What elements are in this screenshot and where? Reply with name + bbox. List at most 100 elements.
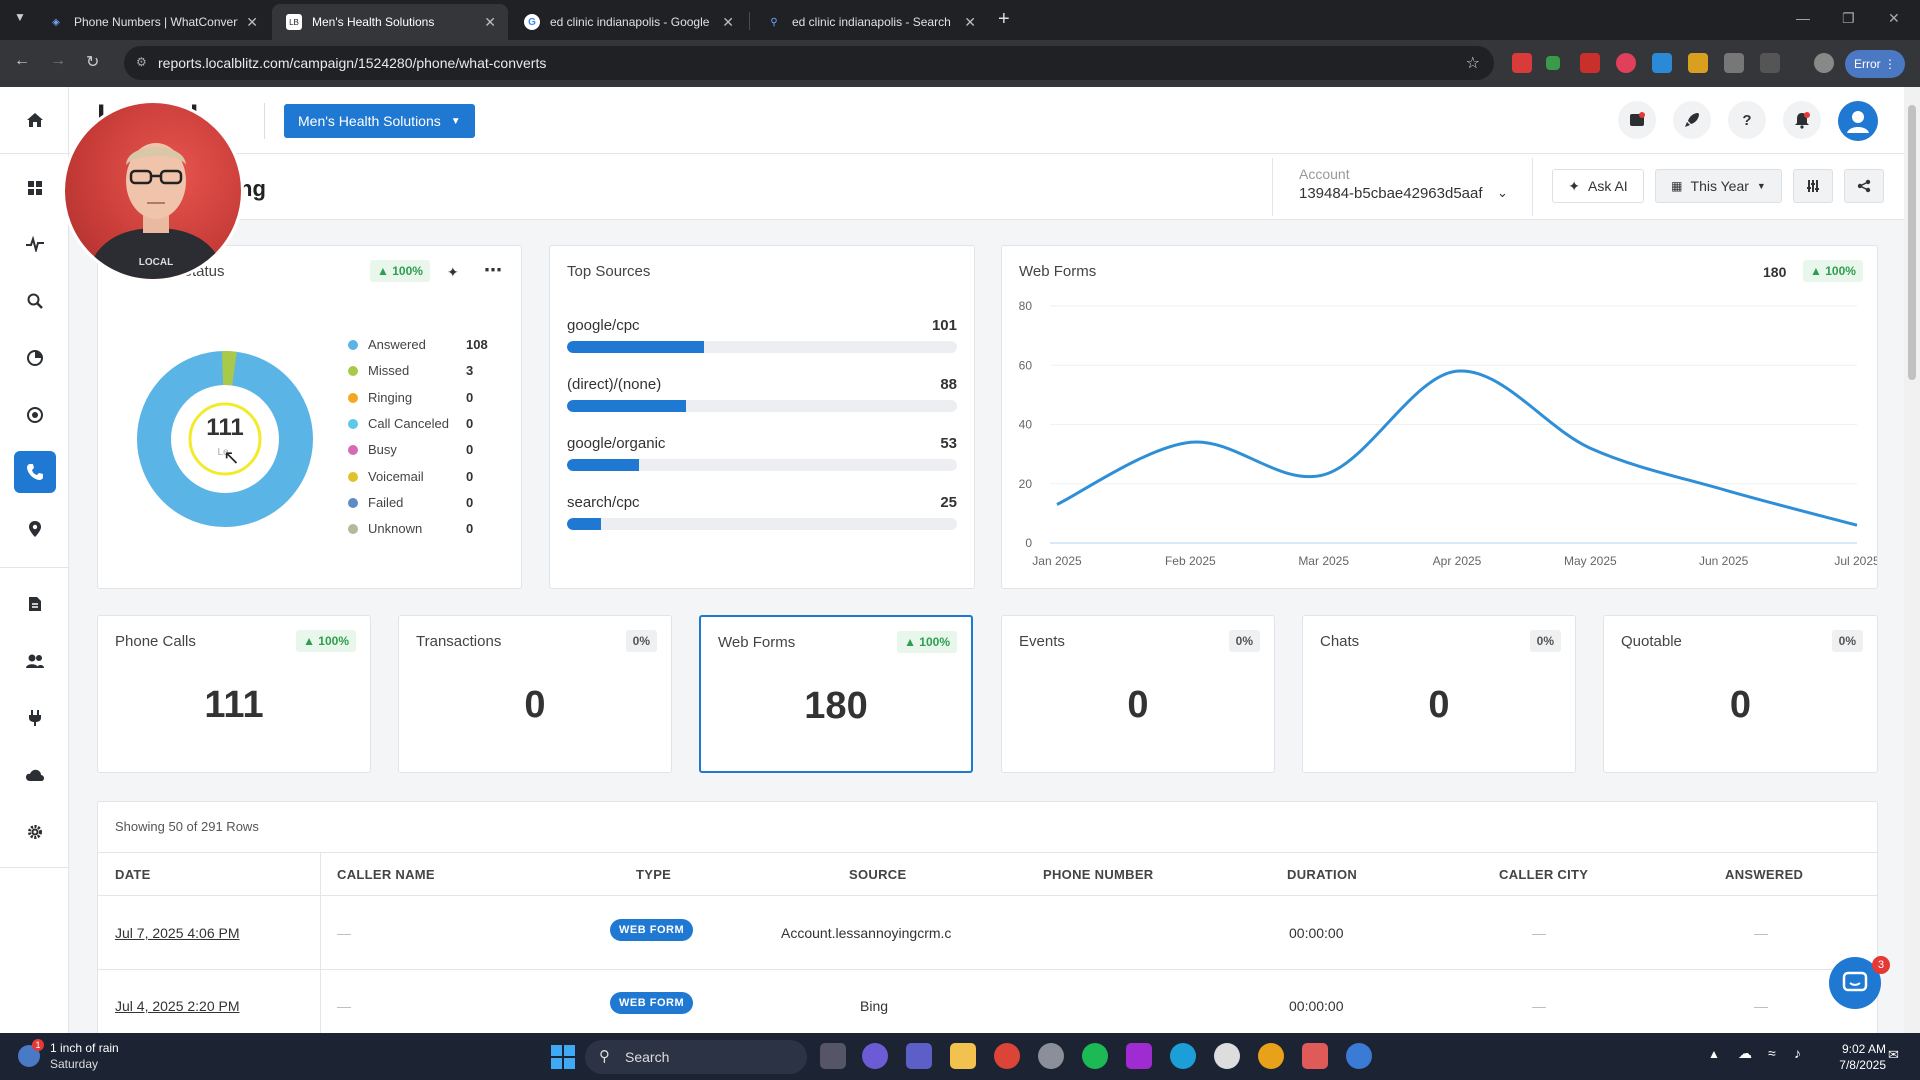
sidebar-locations[interactable] <box>14 508 56 550</box>
taskbar-search[interactable]: ⚲ Search <box>585 1040 807 1074</box>
app-icon[interactable] <box>1038 1043 1064 1069</box>
reload-icon[interactable]: ↻ <box>86 52 99 72</box>
kpi-card-chats[interactable]: Chats 0% 0 <box>1302 615 1576 773</box>
kpi-card-events[interactable]: Events 0% 0 <box>1001 615 1275 773</box>
share-button[interactable] <box>1844 169 1884 203</box>
filters-button[interactable] <box>1793 169 1833 203</box>
extension-icon[interactable] <box>1616 53 1636 73</box>
profile-error-button[interactable]: Error ⋮ <box>1845 50 1905 78</box>
bookmark-star-icon[interactable]: ☆ <box>1466 53 1480 73</box>
tray-chevron-icon[interactable]: ▲ <box>1708 1047 1720 1061</box>
column-header-answered[interactable]: Answered <box>1725 867 1803 882</box>
extension-icon[interactable] <box>1512 53 1532 73</box>
column-header-duration[interactable]: Duration <box>1287 867 1357 882</box>
sidebar-settings[interactable] <box>14 811 56 853</box>
back-arrow-icon[interactable]: ← <box>14 52 30 70</box>
account-selector[interactable]: 139484-b5cbae42963d5aaf <box>1299 185 1483 202</box>
source-name: google/organic <box>567 435 666 452</box>
app-icon[interactable] <box>1346 1043 1372 1069</box>
extension-icon[interactable] <box>1724 53 1744 73</box>
copilot-icon[interactable] <box>862 1043 888 1069</box>
source-row: search/cpc 25 <box>567 494 957 530</box>
column-header-source[interactable]: Source <box>849 867 906 882</box>
kpi-card-quotable[interactable]: Quotable 0% 0 <box>1603 615 1878 773</box>
extension-icon[interactable] <box>1688 53 1708 73</box>
onedrive-icon[interactable]: ☁ <box>1738 1045 1752 1062</box>
close-window-icon[interactable]: ✕ <box>1888 10 1900 27</box>
teams-icon[interactable] <box>906 1043 932 1069</box>
ai-sparkle-icon[interactable]: ✦ <box>447 264 459 281</box>
date-range-button[interactable]: ▦ This Year ▼ <box>1655 169 1782 203</box>
kpi-card-transactions[interactable]: Transactions 0% 0 <box>398 615 672 773</box>
notifications-button[interactable] <box>1783 101 1821 139</box>
restore-icon[interactable]: ❐ <box>1842 10 1855 27</box>
browser-tab-google[interactable]: G ed clinic indianapolis - Google ✕ <box>510 4 746 40</box>
file-explorer-icon[interactable] <box>950 1043 976 1069</box>
tab-list-chevron-icon[interactable]: ▼ <box>14 10 26 24</box>
close-tab-icon[interactable]: ✕ <box>722 14 734 31</box>
sidebar-phone[interactable] <box>14 451 56 493</box>
browser-tab-whatconverts[interactable]: ◈ Phone Numbers | WhatConvert ✕ <box>34 4 270 40</box>
extension-icon[interactable] <box>1546 56 1560 70</box>
messenger-icon[interactable] <box>1214 1043 1240 1069</box>
task-view-icon[interactable] <box>820 1043 846 1069</box>
recording-app-icon[interactable] <box>1302 1043 1328 1069</box>
wifi-icon[interactable]: ≈ <box>1768 1045 1776 1061</box>
extension-icon[interactable] <box>1580 53 1600 73</box>
sidebar-users[interactable] <box>14 640 56 682</box>
leads-table: Showing 50 of 291 Rows Date Caller Name … <box>97 801 1878 1041</box>
sidebar-integrations[interactable] <box>14 697 56 739</box>
column-header-caller-city[interactable]: Caller City <box>1499 867 1588 882</box>
client-selector-button[interactable]: Men's Health Solutions ▼ <box>284 104 475 138</box>
forward-arrow-icon[interactable]: → <box>50 52 66 70</box>
user-avatar[interactable] <box>1838 101 1878 141</box>
new-tab-icon[interactable]: + <box>998 8 1010 31</box>
help-button[interactable]: ? <box>1728 101 1766 139</box>
system-clock[interactable]: 9:02 AM 7/8/2025 <box>1830 1041 1886 1073</box>
sidebar-reports[interactable] <box>14 337 56 379</box>
quick-actions-button[interactable] <box>1673 101 1711 139</box>
scrollbar-thumb[interactable] <box>1908 105 1916 380</box>
notification-bell-icon[interactable]: ✉ <box>1888 1047 1899 1063</box>
sidebar-audits[interactable] <box>14 394 56 436</box>
row-date-link[interactable]: Jul 4, 2025 2:20 PM <box>115 998 240 1014</box>
ask-ai-button[interactable]: ✦ Ask AI <box>1552 169 1644 203</box>
column-header-date[interactable]: Date <box>115 867 151 882</box>
column-header-type[interactable]: Type <box>636 867 671 882</box>
weather-widget[interactable]: 1 inch of rain Saturday <box>50 1040 119 1072</box>
windows-start-icon[interactable] <box>551 1045 575 1069</box>
app-icon[interactable] <box>1126 1043 1152 1069</box>
kpi-card-web-forms[interactable]: Web Forms ▲ 100% 180 <box>699 615 973 773</box>
edge-icon[interactable] <box>1170 1043 1196 1069</box>
volume-icon[interactable]: ♪ <box>1794 1045 1801 1061</box>
address-bar[interactable]: ⚙ reports.localblitz.com/campaign/152428… <box>124 46 1494 80</box>
puzzle-icon[interactable] <box>1760 53 1780 73</box>
sidebar-activity[interactable] <box>14 223 56 265</box>
page-scrollbar[interactable] <box>1904 87 1920 1033</box>
column-header-caller-name[interactable]: Caller Name <box>337 867 435 882</box>
sidebar-home[interactable] <box>14 99 56 141</box>
chrome-icon[interactable] <box>1258 1043 1284 1069</box>
site-info-icon[interactable]: ⚙ <box>136 55 147 69</box>
row-date-link[interactable]: Jul 7, 2025 4:06 PM <box>115 925 240 941</box>
sidebar-dashboard[interactable] <box>14 167 56 209</box>
extension-icon[interactable] <box>1652 53 1672 73</box>
sidebar-brand[interactable] <box>14 754 56 796</box>
close-tab-icon[interactable]: ✕ <box>246 14 258 31</box>
chrome-icon[interactable] <box>994 1043 1020 1069</box>
close-tab-icon[interactable]: ✕ <box>964 14 976 31</box>
close-tab-icon[interactable]: ✕ <box>484 14 496 31</box>
inbox-notification-button[interactable] <box>1618 101 1656 139</box>
profile-icon[interactable] <box>1814 53 1834 73</box>
browser-tab-search[interactable]: ⚲ ed clinic indianapolis - Search ✕ <box>752 4 988 40</box>
spotify-icon[interactable] <box>1082 1043 1108 1069</box>
sidebar-search[interactable] <box>14 280 56 322</box>
tab-title: Phone Numbers | WhatConvert <box>74 15 239 29</box>
sidebar-documents[interactable] <box>14 583 56 625</box>
more-options-icon[interactable]: ⋯ <box>484 260 502 281</box>
column-header-phone-number[interactable]: Phone Number <box>1043 867 1154 882</box>
minimize-icon[interactable]: — <box>1796 10 1810 26</box>
kpi-card-phone-calls[interactable]: Phone Calls ▲ 100% 111 <box>97 615 371 773</box>
chevron-down-icon[interactable]: ⌄ <box>1497 185 1508 201</box>
browser-tab-mens-health[interactable]: LB Men's Health Solutions ✕ <box>272 4 508 40</box>
